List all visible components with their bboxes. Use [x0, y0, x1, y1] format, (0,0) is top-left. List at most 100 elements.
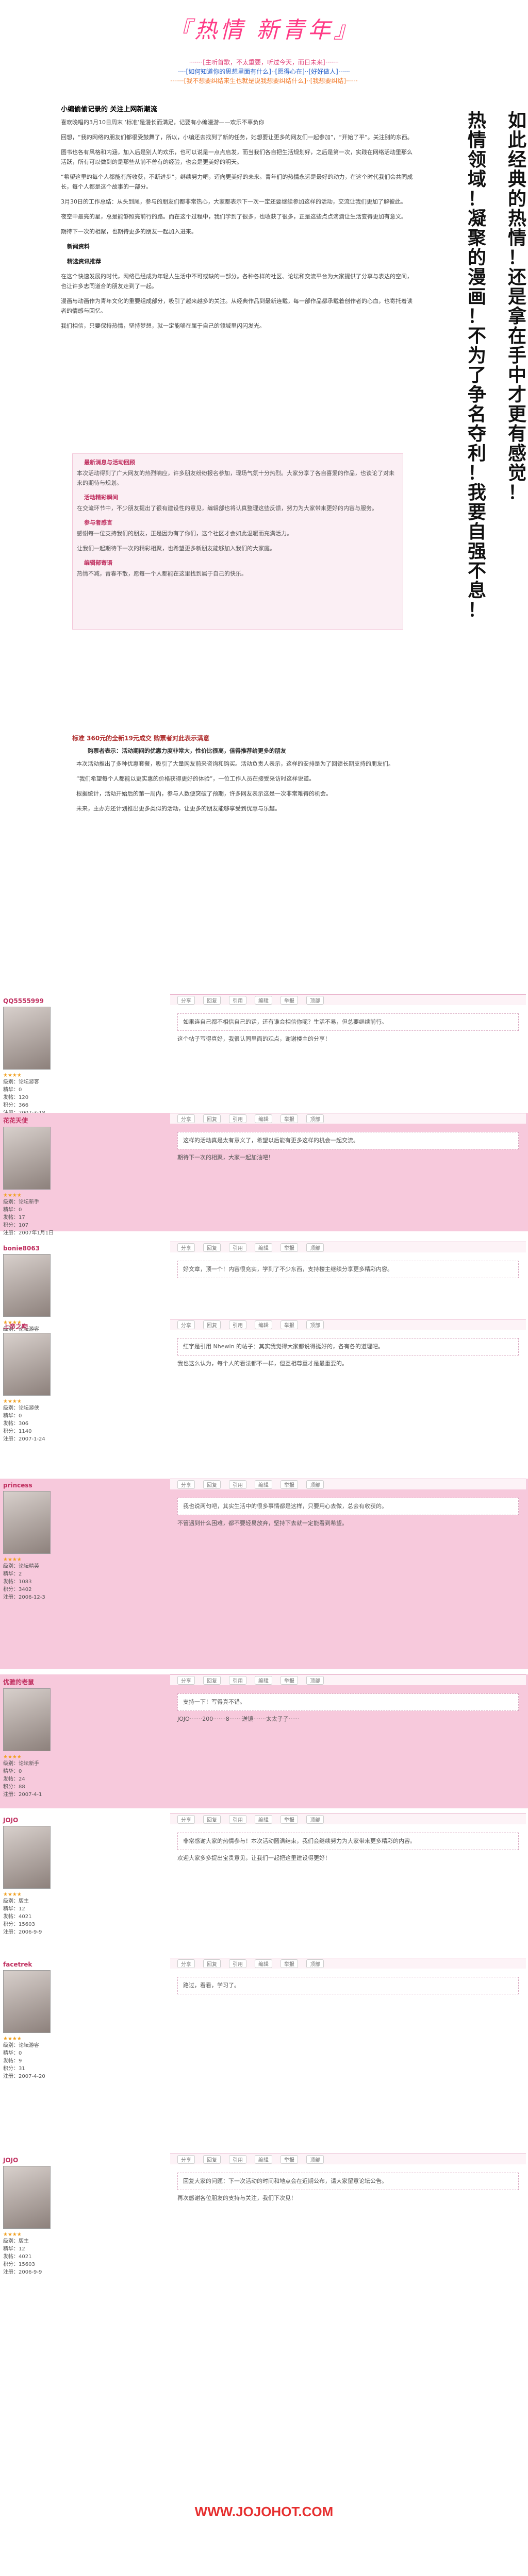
post-report-button[interactable]: 举报 [280, 1243, 298, 1252]
calligraphy-a-char: 凝 [467, 208, 486, 229]
post-quote-button[interactable]: 引用 [229, 1114, 246, 1123]
post-username[interactable]: QQ5555999 [3, 997, 160, 1005]
post-text: 路过，看看，学习了。 [177, 1977, 519, 1994]
post-share-button[interactable]: 分享 [177, 1815, 195, 1824]
post-quote-button[interactable]: 引用 [229, 1815, 246, 1824]
user-info-line: 精华：0 [3, 1769, 22, 1774]
post-report-button[interactable]: 举报 [280, 2155, 298, 2164]
post-reply-button[interactable]: 回复 [203, 1243, 221, 1252]
user-info-line: 发帖：4021 [3, 1914, 32, 1920]
post-share-button[interactable]: 分享 [177, 1243, 195, 1252]
post-top-button[interactable]: 顶部 [306, 2155, 324, 2164]
article-paragraph: 图书也各有风格和内涵，加入后是别人的欢乐，也可以说是一点点启发，而当我们各自把生… [61, 149, 412, 165]
post-report-button[interactable]: 举报 [280, 1815, 298, 1824]
avatar[interactable] [3, 1970, 51, 2033]
calligraphy-b-char: ！ [507, 247, 526, 268]
post-share-button[interactable]: 分享 [177, 995, 195, 1005]
post-top-button[interactable]: 顶部 [306, 1815, 324, 1824]
post-quote-button[interactable]: 引用 [229, 1480, 246, 1489]
avatar[interactable] [3, 1333, 51, 1396]
post-report-button[interactable]: 举报 [280, 1480, 298, 1489]
post-reply-button[interactable]: 回复 [203, 1114, 221, 1123]
post-report-button[interactable]: 举报 [280, 1675, 298, 1685]
post-top-button[interactable]: 顶部 [306, 1114, 324, 1123]
post-quote-button[interactable]: 引用 [229, 1320, 246, 1329]
post-edit-button[interactable]: 编辑 [255, 1320, 272, 1329]
post-report-button[interactable]: 举报 [280, 1959, 298, 1968]
post-quote-button[interactable]: 引用 [229, 1959, 246, 1968]
post-reply-button[interactable]: 回复 [203, 1959, 221, 1968]
post-share-button[interactable]: 分享 [177, 1480, 195, 1489]
post-reply-button[interactable]: 回复 [203, 1320, 221, 1329]
post-report-button[interactable]: 举报 [280, 1320, 298, 1329]
article-paragraph: 回想，“我的网络的朋友们都很受鼓舞了，所以，小编还去找到了新的任务，她想要让更多… [61, 134, 413, 141]
site-logo[interactable]: WWW.JOJOHOT.COM [0, 2504, 528, 2520]
user-info-line: 级别：版主 [3, 2239, 29, 2244]
post-username[interactable]: 优雅的老鼠 [3, 1677, 160, 1686]
post-edit-button[interactable]: 编辑 [255, 1480, 272, 1489]
post-edit-button[interactable]: 编辑 [255, 1815, 272, 1824]
post-report-button[interactable]: 举报 [280, 995, 298, 1005]
post-edit-button[interactable]: 编辑 [255, 995, 272, 1005]
post-top-button[interactable]: 顶部 [306, 1243, 324, 1252]
post-toolbar: 分享 回复 引用 编辑 举报 顶部 [170, 1958, 526, 1969]
post-reply-button[interactable]: 回复 [203, 2155, 221, 2164]
calligraphy-a-char: 强 [467, 540, 486, 562]
post-edit-button[interactable]: 编辑 [255, 1675, 272, 1685]
avatar[interactable] [3, 1688, 51, 1751]
avatar[interactable] [3, 1254, 51, 1317]
avatar[interactable] [3, 1007, 51, 1070]
post-user-panel: QQ5555999★★★★级别：论坛游客精华：0发帖：120积分：366注册：2… [0, 994, 160, 1116]
post-reply-button[interactable]: 回复 [203, 1675, 221, 1685]
post-username[interactable]: 上帝之吻 [3, 1322, 160, 1331]
post-share-button[interactable]: 分享 [177, 1959, 195, 1968]
post-share-button[interactable]: 分享 [177, 2155, 195, 2164]
avatar[interactable] [3, 1127, 51, 1190]
post-username[interactable]: JOJO [3, 2157, 160, 2164]
post-top-button[interactable]: 顶部 [306, 1480, 324, 1489]
post-user-panel: 上帝之吻 ★★★★ 级别：论坛游侠 精华：0 发帖：306 积分：1140 注册：2007-… [0, 1319, 160, 1473]
highlight-paragraph: 让我们一起期待下一次的精彩相聚，也希望更多新朋友能够加入我们的大家庭。 [77, 545, 275, 552]
post-text-secondary: 不管遇到什么困难，都不要轻易放弃，坚持下去就一定能看到希望。 [177, 1520, 348, 1527]
post-username[interactable]: facetrek [3, 1961, 160, 1968]
post-share-button[interactable]: 分享 [177, 1114, 195, 1123]
post-quote-button[interactable]: 引用 [229, 1675, 246, 1685]
post-edit-button[interactable]: 编辑 [255, 1959, 272, 1968]
avatar[interactable] [3, 2166, 51, 2229]
forum-post: 分享 回复 引用 编辑 举报 顶部 如果连自己都不相信自己的话，还有谁会相信你呢？生活不易，… [170, 994, 526, 1108]
highlight-heading: 参与者感言 [84, 519, 112, 526]
post-reply-button[interactable]: 回复 [203, 995, 221, 1005]
post-text: 这样的活动真是太有意义了，希望以后能有更多这样的机会一起交流。 [177, 1132, 519, 1149]
avatar[interactable] [3, 1826, 51, 1889]
post-quote-button[interactable]: 引用 [229, 995, 246, 1005]
post-toolbar: 分享 回复 引用 编辑 举报 顶部 [170, 1675, 526, 1685]
post-toolbar: 分享 回复 引用 编辑 举报 顶部 [170, 1113, 526, 1124]
user-info-line: 积分：31 [3, 2066, 25, 2072]
post-username[interactable]: bonie8063 [3, 1245, 160, 1252]
post-quote-button[interactable]: 引用 [229, 2155, 246, 2164]
calligraphy-a-char: 夺 [467, 423, 486, 445]
post-top-button[interactable]: 顶部 [306, 995, 324, 1005]
calligraphy-a-char: 自 [467, 521, 486, 543]
post-edit-button[interactable]: 编辑 [255, 1243, 272, 1252]
post-top-button[interactable]: 顶部 [306, 1320, 324, 1329]
post-username[interactable]: 花花天使 [3, 1116, 160, 1125]
post-username[interactable]: JOJO [3, 1817, 160, 1824]
second-article-title: 标准 360元的全新19元成交 购票者对此表示满意 [72, 735, 210, 742]
avatar[interactable] [3, 1491, 51, 1554]
post-username[interactable]: princess [3, 1482, 160, 1489]
calligraphy-a-char: 画 [467, 286, 486, 308]
calligraphy-b-char: 如 [507, 110, 526, 131]
post-text: 回复大家的问题：下一次活动的时间和地点会在近期公布，请大家留意论坛公告。 [177, 2173, 519, 2190]
post-reply-button[interactable]: 回复 [203, 1815, 221, 1824]
post-share-button[interactable]: 分享 [177, 1675, 195, 1685]
post-quote-button[interactable]: 引用 [229, 1243, 246, 1252]
post-top-button[interactable]: 顶部 [306, 1959, 324, 1968]
post-edit-button[interactable]: 编辑 [255, 1114, 272, 1123]
post-edit-button[interactable]: 编辑 [255, 2155, 272, 2164]
header-slogan-3: ·······[我不想要纠结来生也就是说我想要纠结什么]··[我想要纠结]···… [170, 77, 358, 84]
post-report-button[interactable]: 举报 [280, 1114, 298, 1123]
post-reply-button[interactable]: 回复 [203, 1480, 221, 1489]
post-top-button[interactable]: 顶部 [306, 1675, 324, 1685]
post-share-button[interactable]: 分享 [177, 1320, 195, 1329]
